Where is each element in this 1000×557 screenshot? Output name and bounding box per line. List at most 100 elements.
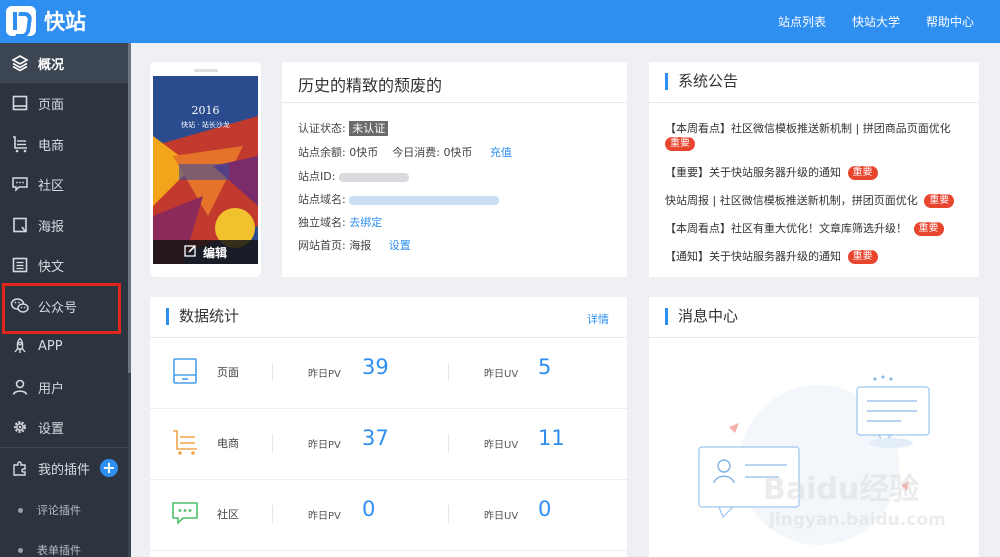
notice-text: 【通知】关于快站服务器升级的通知 — [665, 250, 841, 263]
edit-poster-button[interactable]: 编辑 — [153, 240, 258, 264]
sidebar-item-poster[interactable]: 海报 — [0, 205, 128, 245]
homepage-setting-link[interactable]: 设置 — [389, 239, 411, 252]
sidebar-item-label: 海报 — [38, 219, 65, 235]
site-domain-redacted[interactable] — [349, 195, 500, 205]
stat-name: 页面 — [217, 366, 239, 379]
notice-text: 快站周报 | 社区微信模板推送新机制，拼团页面优化 — [665, 194, 918, 207]
sidebar-item-label: 社区 — [38, 178, 65, 194]
stat-name: 社区 — [217, 508, 239, 521]
plugin-icon — [10, 458, 30, 478]
separator — [272, 505, 273, 523]
messages-title: 消息中心 — [665, 308, 738, 325]
chat-icon — [170, 498, 200, 528]
stats-title: 数据统计 — [166, 308, 239, 325]
logo-text: 快站 — [44, 10, 86, 34]
site-domain-row: 站点域名: — [298, 191, 500, 207]
data-stats-card: 数据统计 详情 页面 昨日PV 39 昨日UV 5 电商 昨日PV 37 昨日U… — [150, 297, 627, 557]
nav-help-center[interactable]: 帮助中心 — [926, 13, 974, 30]
scrollbar-thumb[interactable] — [128, 43, 131, 373]
sidebar-item-settings[interactable]: 设置 — [0, 407, 128, 447]
nav-university[interactable]: 快站大学 — [852, 13, 900, 30]
notice-title: 系统公告 — [665, 73, 738, 90]
sidebar-item-users[interactable]: 用户 — [0, 367, 128, 407]
separator — [448, 363, 449, 381]
stat-row-ecommerce[interactable]: 电商 昨日PV 37 昨日UV 11 — [150, 409, 627, 480]
system-notice-card: 系统公告 【本周看点】社区微信模板推送新机制 | 拼团商品页面优化 重要 【重要… — [649, 62, 979, 277]
sidebar-item-ecommerce[interactable]: 电商 — [0, 124, 128, 164]
uv-label: 昨日UV — [484, 440, 519, 451]
baidu-watermark: Baidu经验 jingyan.baidu.com — [763, 462, 973, 552]
edit-icon — [184, 244, 197, 260]
site-title: 历史的精致的颓废的 — [298, 76, 443, 95]
phone-preview: 2016 快站 · 站长沙龙 编辑 — [150, 62, 261, 277]
stat-row-community[interactable]: 社区 昨日PV 0 昨日UV 0 — [150, 480, 627, 551]
logo[interactable]: 快站 — [6, 6, 86, 36]
homepage-row: 网站首页: 海报 设置 — [298, 237, 411, 253]
sidebar-item-comment-plugin[interactable]: 评论插件 — [0, 495, 128, 525]
recharge-link[interactable]: 充值 — [490, 146, 512, 159]
today-spend-value: 0快币 — [443, 146, 473, 159]
sidebar-item-community[interactable]: 社区 — [0, 164, 128, 204]
separator — [448, 505, 449, 523]
message-center-card: 消息中心 Baidu经验 jingyan.baidu.com — [649, 297, 979, 557]
sidebar-item-form-plugin[interactable]: 表单插件 — [0, 535, 128, 557]
separator — [448, 434, 449, 452]
auth-label: 认证状态: — [298, 122, 346, 135]
uv-label: 昨日UV — [484, 511, 519, 522]
notice-item[interactable]: 【本周看点】社区微信模板推送新机制 | 拼团商品页面优化 — [665, 120, 951, 136]
poster-thumbnail[interactable]: 2016 快站 · 站长沙龙 — [153, 76, 258, 264]
stat-row-pages[interactable]: 页面 昨日PV 39 昨日UV 5 — [150, 338, 627, 409]
sidebar: 概况 页面 电商 社区 海报 快文 公众号 APP 用户 设置 我的插件 + 评… — [0, 43, 131, 557]
divider — [282, 102, 627, 103]
logo-icon — [6, 6, 36, 36]
sidebar-item-articles[interactable]: 快文 — [0, 245, 128, 285]
bind-domain-link[interactable]: 去绑定 — [349, 216, 382, 229]
sidebar-item-label: 表单插件 — [37, 544, 81, 557]
sidebar-item-label: 我的插件 — [38, 462, 91, 478]
stats-details-link[interactable]: 详情 — [587, 311, 609, 327]
sidebar-item-label: 电商 — [38, 138, 65, 154]
auth-status-row: 认证状态: 未认证 — [298, 120, 389, 136]
edit-label: 编辑 — [202, 245, 227, 260]
page-icon — [170, 356, 200, 386]
notice-item[interactable]: 【重要】关于快站服务器升级的通知 重要 — [665, 164, 878, 180]
custom-domain-row: 独立域名: 去绑定 — [298, 214, 382, 230]
divider — [649, 102, 979, 103]
watermark-line1: Baidu经验 — [763, 472, 920, 507]
annotation-highlight-box — [2, 283, 121, 334]
add-plugin-button[interactable]: + — [100, 459, 118, 477]
pv-value: 37 — [362, 426, 389, 450]
pv-label: 昨日PV — [308, 511, 341, 522]
sidebar-scrollbar[interactable] — [128, 43, 131, 557]
divider — [649, 337, 979, 338]
sidebar-item-label: APP — [38, 338, 63, 354]
poster-icon — [10, 215, 30, 235]
sidebar-item-label: 页面 — [38, 97, 65, 113]
layers-icon — [10, 53, 30, 73]
notice-item[interactable]: 【本周看点】社区有重大优化！文章库筛选升级！ 重要 — [665, 220, 944, 236]
notice-item[interactable]: 【通知】关于快站服务器升级的通知 重要 — [665, 248, 878, 264]
notice-text: 【本周看点】社区有重大优化！文章库筛选升级！ — [665, 222, 907, 235]
separator — [272, 363, 273, 381]
homepage-label: 网站首页: — [298, 239, 346, 252]
top-bar: 快站 站点列表 快站大学 帮助中心 — [0, 0, 1000, 43]
important-tag: 重要 — [913, 222, 944, 236]
sidebar-item-my-plugins[interactable]: 我的插件 + — [0, 448, 128, 488]
important-tag: 重要 — [847, 250, 878, 264]
uv-value: 0 — [538, 497, 552, 521]
site-id-label: 站点ID: — [298, 170, 336, 183]
top-nav: 站点列表 快站大学 帮助中心 — [778, 0, 1000, 43]
page-icon — [10, 93, 30, 113]
sidebar-item-overview[interactable]: 概况 — [0, 43, 128, 83]
separator — [272, 434, 273, 452]
homepage-value: 海报 — [349, 239, 372, 252]
sidebar-item-label: 设置 — [38, 421, 65, 437]
notice-item[interactable]: 快站周报 | 社区微信模板推送新机制，拼团页面优化 重要 — [665, 192, 955, 208]
uv-value: 5 — [538, 355, 552, 379]
article-icon — [10, 255, 30, 275]
bullet-dot — [18, 507, 23, 513]
sidebar-item-pages[interactable]: 页面 — [0, 83, 128, 123]
site-info-card: 历史的精致的颓废的 认证状态: 未认证 站点余额: 0快币 今日消费: 0快币 … — [282, 62, 627, 277]
nav-site-list[interactable]: 站点列表 — [778, 13, 826, 30]
sidebar-item-label: 用户 — [38, 381, 65, 397]
